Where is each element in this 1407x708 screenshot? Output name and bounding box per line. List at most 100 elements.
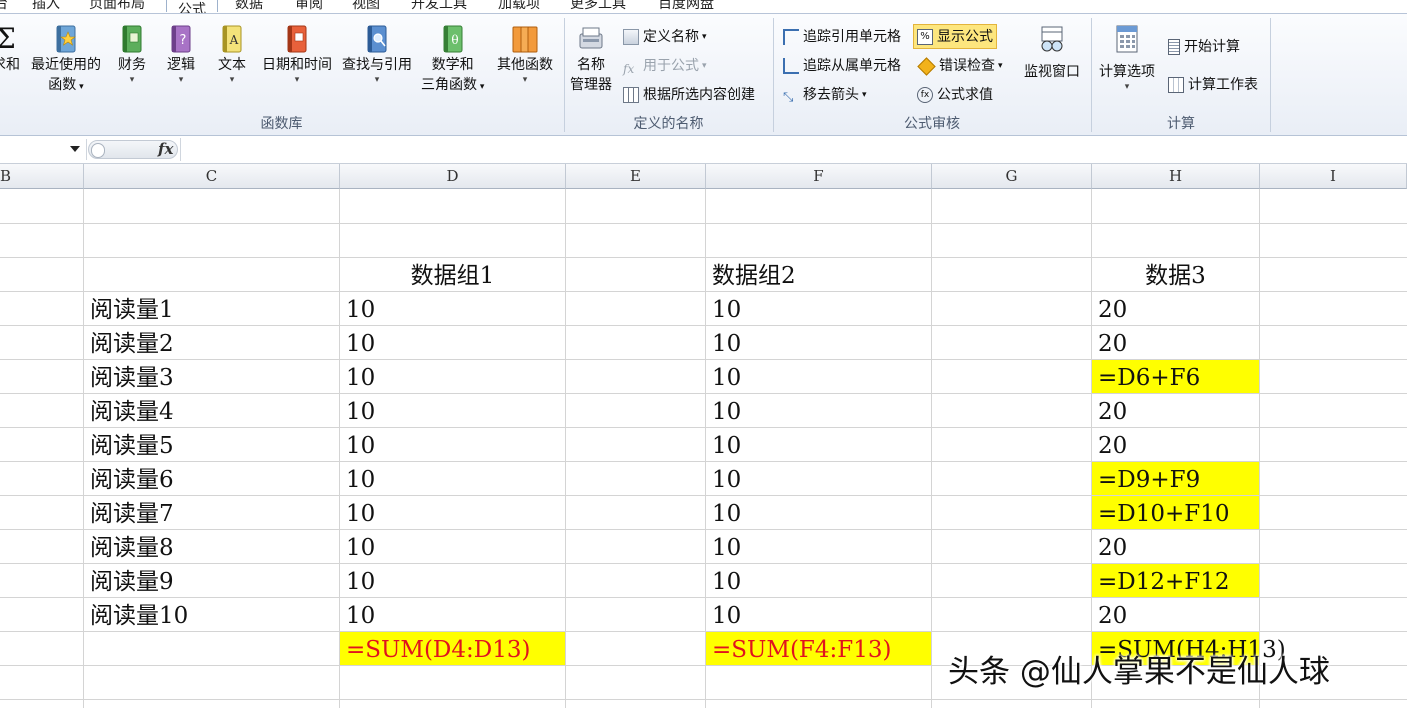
column-header-b[interactable]: B <box>0 164 84 189</box>
show-formulas-button[interactable]: % 显示公式 <box>913 24 997 49</box>
tab-view[interactable]: 视图 <box>352 0 380 13</box>
cell-f13[interactable]: 10 <box>706 598 931 631</box>
cell-h3-header[interactable]: 数据3 <box>1092 258 1259 291</box>
show-formulas-icon: % <box>917 28 933 45</box>
cell-d14-sum-formula[interactable]: =SUM(D4:D13) <box>340 632 565 665</box>
cell-c5[interactable]: 阅读量2 <box>84 326 339 359</box>
name-manager-button[interactable]: 名称 管理器 <box>570 24 612 95</box>
logic-book-icon: ? <box>171 25 191 53</box>
column-header-g[interactable]: G <box>932 164 1092 189</box>
cell-c13[interactable]: 阅读量10 <box>84 598 339 631</box>
error-checking-button[interactable]: 错误检查 ▾ <box>917 55 1003 77</box>
tab-data[interactable]: 数据 <box>235 0 263 13</box>
tab-developer[interactable]: 开发工具 <box>411 0 467 13</box>
column-header-d[interactable]: D <box>340 164 566 189</box>
math-functions-button[interactable]: θ 数学和 三角函数 ▾ <box>421 24 484 97</box>
chevron-down-icon[interactable] <box>70 146 80 152</box>
calculation-options-button[interactable]: 计算选项 ▾ <box>1099 24 1155 92</box>
column-header-e[interactable]: E <box>566 164 706 189</box>
trace-precedents-button[interactable]: 追踪引用单元格 <box>783 26 901 48</box>
autosum-button[interactable]: Σ 求和 <box>0 24 20 75</box>
cell-f14-sum-formula[interactable]: =SUM(F4:F13) <box>706 632 931 665</box>
formula-input[interactable] <box>180 138 1407 161</box>
logical-functions-button[interactable]: ? 逻辑 ▾ <box>167 24 195 85</box>
cell-h10-formula[interactable]: =D10+F10 <box>1092 496 1259 529</box>
tab-review[interactable]: 审阅 <box>295 0 323 13</box>
recent-functions-button[interactable]: 最近使用的 函数 ▾ <box>31 24 101 97</box>
cell-f9[interactable]: 10 <box>706 462 931 495</box>
grid-select-icon <box>623 87 639 103</box>
lookup-functions-button[interactable]: 查找与引用 ▾ <box>342 24 412 85</box>
svg-text:?: ? <box>180 33 187 48</box>
cell-f8[interactable]: 10 <box>706 428 931 461</box>
column-header-h[interactable]: H <box>1092 164 1260 189</box>
cell-d6[interactable]: 10 <box>340 360 565 393</box>
cell-c7[interactable]: 阅读量4 <box>84 394 339 427</box>
cell-h4[interactable]: 20 <box>1092 292 1259 325</box>
cell-d7[interactable]: 10 <box>340 394 565 427</box>
insert-function-icon[interactable]: fx <box>158 140 173 158</box>
calculate-sheet-button[interactable]: 计算工作表 <box>1168 74 1258 96</box>
cell-d9[interactable]: 10 <box>340 462 565 495</box>
evaluate-formula-button[interactable]: fx 公式求值 <box>917 84 993 106</box>
tab-addins[interactable]: 加载项 <box>498 0 540 13</box>
cell-c11[interactable]: 阅读量8 <box>84 530 339 563</box>
datetime-functions-button[interactable]: 日期和时间 ▾ <box>262 24 332 85</box>
cell-d11[interactable]: 10 <box>340 530 565 563</box>
cell-f3-header[interactable]: 数据组2 <box>706 258 931 291</box>
use-in-formula-button[interactable]: fx 用于公式 ▾ <box>623 55 707 77</box>
create-from-selection-button[interactable]: 根据所选内容创建 <box>623 84 755 106</box>
column-header-f[interactable]: F <box>706 164 932 189</box>
text-functions-button[interactable]: A 文本 ▾ <box>218 24 246 85</box>
cell-f11[interactable]: 10 <box>706 530 931 563</box>
cell-c10[interactable]: 阅读量7 <box>84 496 339 529</box>
cell-c12[interactable]: 阅读量9 <box>84 564 339 597</box>
remove-arrows-button[interactable]: ⤡ 移去箭头 ▾ <box>783 84 867 106</box>
cell-d12[interactable]: 10 <box>340 564 565 597</box>
cell-d10[interactable]: 10 <box>340 496 565 529</box>
column-header-i[interactable]: I <box>1260 164 1407 189</box>
tab-insert[interactable]: 插入 <box>32 0 60 13</box>
cell-f6[interactable]: 10 <box>706 360 931 393</box>
trace-dependents-button[interactable]: 追踪从属单元格 <box>783 55 901 77</box>
cell-c6[interactable]: 阅读量3 <box>84 360 339 393</box>
name-box[interactable] <box>0 139 87 160</box>
cell-h11[interactable]: 20 <box>1092 530 1259 563</box>
tab-page-layout[interactable]: 页面布局 <box>89 0 145 13</box>
cell-h7[interactable]: 20 <box>1092 394 1259 427</box>
financial-functions-button[interactable]: 财务 ▾ <box>118 24 146 85</box>
math-book-icon: θ <box>443 25 463 53</box>
calculate-now-button[interactable]: 开始计算 <box>1168 36 1240 58</box>
cell-c9[interactable]: 阅读量6 <box>84 462 339 495</box>
cell-d3-header[interactable]: 数据组1 <box>340 258 565 291</box>
more-functions-button[interactable]: 其他函数 ▾ <box>497 24 553 85</box>
cell-d8[interactable]: 10 <box>340 428 565 461</box>
worksheet-grid[interactable]: 数据组1 数据组2 数据3 阅读量1 10 10 20 阅读量2 10 10 2… <box>0 189 1407 708</box>
cell-d13[interactable]: 10 <box>340 598 565 631</box>
cell-d5[interactable]: 10 <box>340 326 565 359</box>
splitter-knob[interactable] <box>91 143 105 158</box>
cell-d4[interactable]: 10 <box>340 292 565 325</box>
cell-f10[interactable]: 10 <box>706 496 931 529</box>
tab-start[interactable]: 台 <box>0 0 8 13</box>
define-name-button[interactable]: 定义名称 ▾ <box>623 26 707 48</box>
glasses-icon <box>1041 26 1063 52</box>
tab-baidu-pan[interactable]: 百度网盘 <box>658 0 714 13</box>
column-header-c[interactable]: C <box>84 164 340 189</box>
cell-h8[interactable]: 20 <box>1092 428 1259 461</box>
cell-c8[interactable]: 阅读量5 <box>84 428 339 461</box>
tab-formulas[interactable]: 公式 <box>166 0 218 13</box>
cell-f12[interactable]: 10 <box>706 564 931 597</box>
cell-f5[interactable]: 10 <box>706 326 931 359</box>
cell-h13[interactable]: 20 <box>1092 598 1259 631</box>
trace-dependents-icon <box>783 58 799 74</box>
cell-h6-formula[interactable]: =D6+F6 <box>1092 360 1259 393</box>
cell-f7[interactable]: 10 <box>706 394 931 427</box>
watch-window-button[interactable]: 监视窗口 <box>1024 24 1080 82</box>
cell-h9-formula[interactable]: =D9+F9 <box>1092 462 1259 495</box>
tab-more-tools[interactable]: 更多工具 <box>570 0 626 13</box>
cell-h12-formula[interactable]: =D12+F12 <box>1092 564 1259 597</box>
cell-c4[interactable]: 阅读量1 <box>84 292 339 325</box>
cell-f4[interactable]: 10 <box>706 292 931 325</box>
cell-h5[interactable]: 20 <box>1092 326 1259 359</box>
